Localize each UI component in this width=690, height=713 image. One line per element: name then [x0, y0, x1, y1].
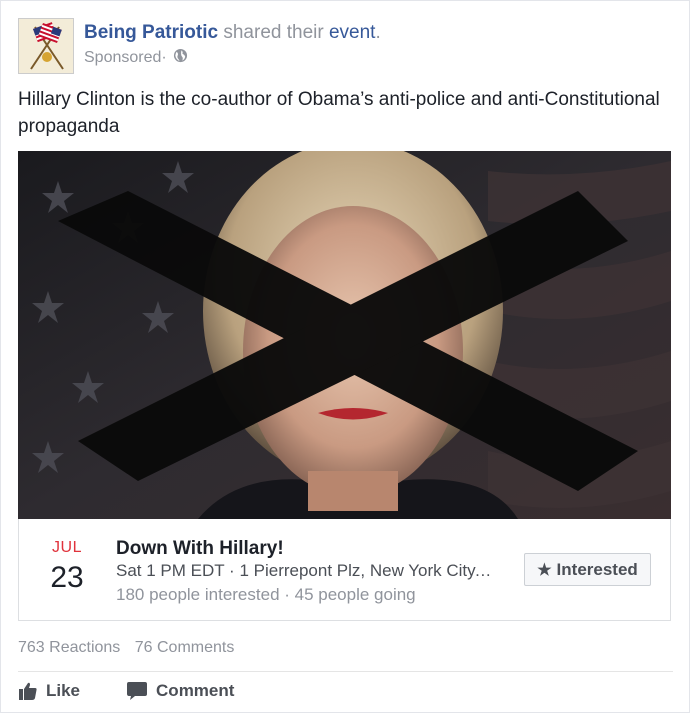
- post-header: Being Patriotic shared their event. Spon…: [18, 18, 381, 76]
- comments-count[interactable]: 76 Comments: [135, 639, 235, 656]
- shared-text: shared their: [218, 22, 329, 43]
- sponsored-label[interactable]: Sponsored: [84, 49, 161, 67]
- separator-dot: ·: [161, 49, 167, 66]
- engagement-stats: 763 Reactions 76 Comments: [18, 639, 234, 657]
- globe-icon: [173, 48, 188, 68]
- header-text: Being Patriotic shared their event. Spon…: [84, 18, 381, 68]
- header-line: Being Patriotic shared their event.: [84, 20, 381, 46]
- comment-label: Comment: [156, 681, 235, 700]
- thumbs-up-icon: [19, 682, 37, 700]
- crossed-flags-icon: [19, 19, 73, 73]
- interested-button[interactable]: ★ Interested: [524, 553, 651, 586]
- page-avatar[interactable]: [18, 18, 74, 74]
- event-title[interactable]: Down With Hillary!: [116, 538, 284, 560]
- post-card: Being Patriotic shared their event. Spon…: [0, 0, 690, 713]
- event-card[interactable]: JUL 23 Down With Hillary! Sat 1 PM EDT ·…: [18, 519, 671, 621]
- event-link[interactable]: event: [329, 22, 375, 43]
- period-text: .: [375, 22, 381, 43]
- like-label: Like: [46, 681, 81, 700]
- divider: [18, 671, 673, 672]
- event-day: 23: [50, 561, 84, 594]
- star-icon: ★: [537, 561, 552, 579]
- sponsored-line: Sponsored ·: [84, 48, 381, 68]
- comment-button[interactable]: Comment: [126, 681, 234, 701]
- comment-bubble-icon: [127, 682, 148, 700]
- action-bar: Like Comment: [18, 681, 234, 701]
- interested-label: Interested: [556, 559, 638, 579]
- cover-image: [18, 151, 671, 519]
- event-month: JUL: [52, 539, 82, 556]
- event-cover-photo[interactable]: [18, 151, 671, 519]
- like-button[interactable]: Like: [18, 681, 80, 701]
- reactions-count[interactable]: 763 Reactions: [18, 639, 120, 656]
- event-stats: 180 people interested · 45 people going: [116, 585, 416, 604]
- page-name-link[interactable]: Being Patriotic: [84, 22, 218, 43]
- event-meta: Sat 1 PM EDT · 1 Pierrepont Plz, New Yor…: [116, 561, 496, 580]
- post-text: Hillary Clinton is the co-author of Obam…: [18, 89, 660, 137]
